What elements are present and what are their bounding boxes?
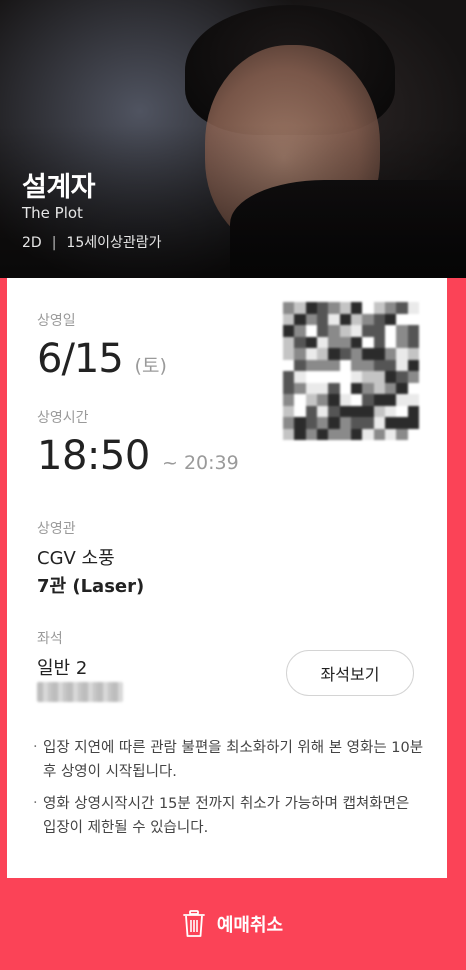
seat-number-blurred [37, 682, 123, 702]
start-time: 18:50 [37, 433, 150, 479]
show-day-of-week: (토) [134, 355, 167, 377]
cancel-booking-button[interactable]: 예매취소 [0, 878, 466, 970]
theater-label: 상영관 [37, 521, 76, 537]
notice-list: 입장 지연에 따른 관람 불편을 최소화하기 위해 본 영화는 10분 후 상영… [33, 735, 425, 848]
meta-divider: | [51, 235, 57, 251]
show-date: 6/15 (토) [37, 336, 167, 382]
seat-type: 일반 2 [37, 658, 88, 679]
trash-icon [182, 910, 205, 937]
show-date-value: 6/15 [37, 336, 124, 382]
notice-item: 입장 지연에 따른 관람 불편을 최소화하기 위해 본 영화는 10분 후 상영… [33, 735, 425, 784]
view-seat-button[interactable]: 좌석보기 [286, 650, 414, 696]
notice-item: 영화 상영시작시간 15분 전까지 취소가 가능하며 캡쳐화면은 입장이 제한될… [33, 791, 425, 840]
theater-name: CGV 소풍 [37, 548, 115, 569]
screen-name: 7관 (Laser) [37, 576, 145, 597]
movie-english-title: The Plot [22, 204, 83, 222]
show-time: 18:50 ~ 20:39 [37, 433, 239, 479]
time-label: 상영시간 [37, 410, 89, 426]
cancel-booking-label: 예매취소 [216, 915, 284, 936]
qr-code [283, 302, 419, 440]
movie-meta: 2D | 15세이상관람가 [22, 232, 162, 252]
date-label: 상영일 [37, 313, 76, 329]
movie-poster: 설계자 The Plot 2D | 15세이상관람가 [0, 0, 466, 278]
seat-label: 좌석 [37, 631, 63, 647]
movie-rating: 15세이상관람가 [66, 235, 162, 251]
movie-format: 2D [22, 235, 42, 251]
end-time: ~ 20:39 [162, 452, 239, 474]
ticket-card: 상영일 6/15 (토) 상영시간 18:50 ~ 20:39 상영관 CGV … [7, 278, 447, 878]
movie-title: 설계자 [22, 172, 96, 203]
